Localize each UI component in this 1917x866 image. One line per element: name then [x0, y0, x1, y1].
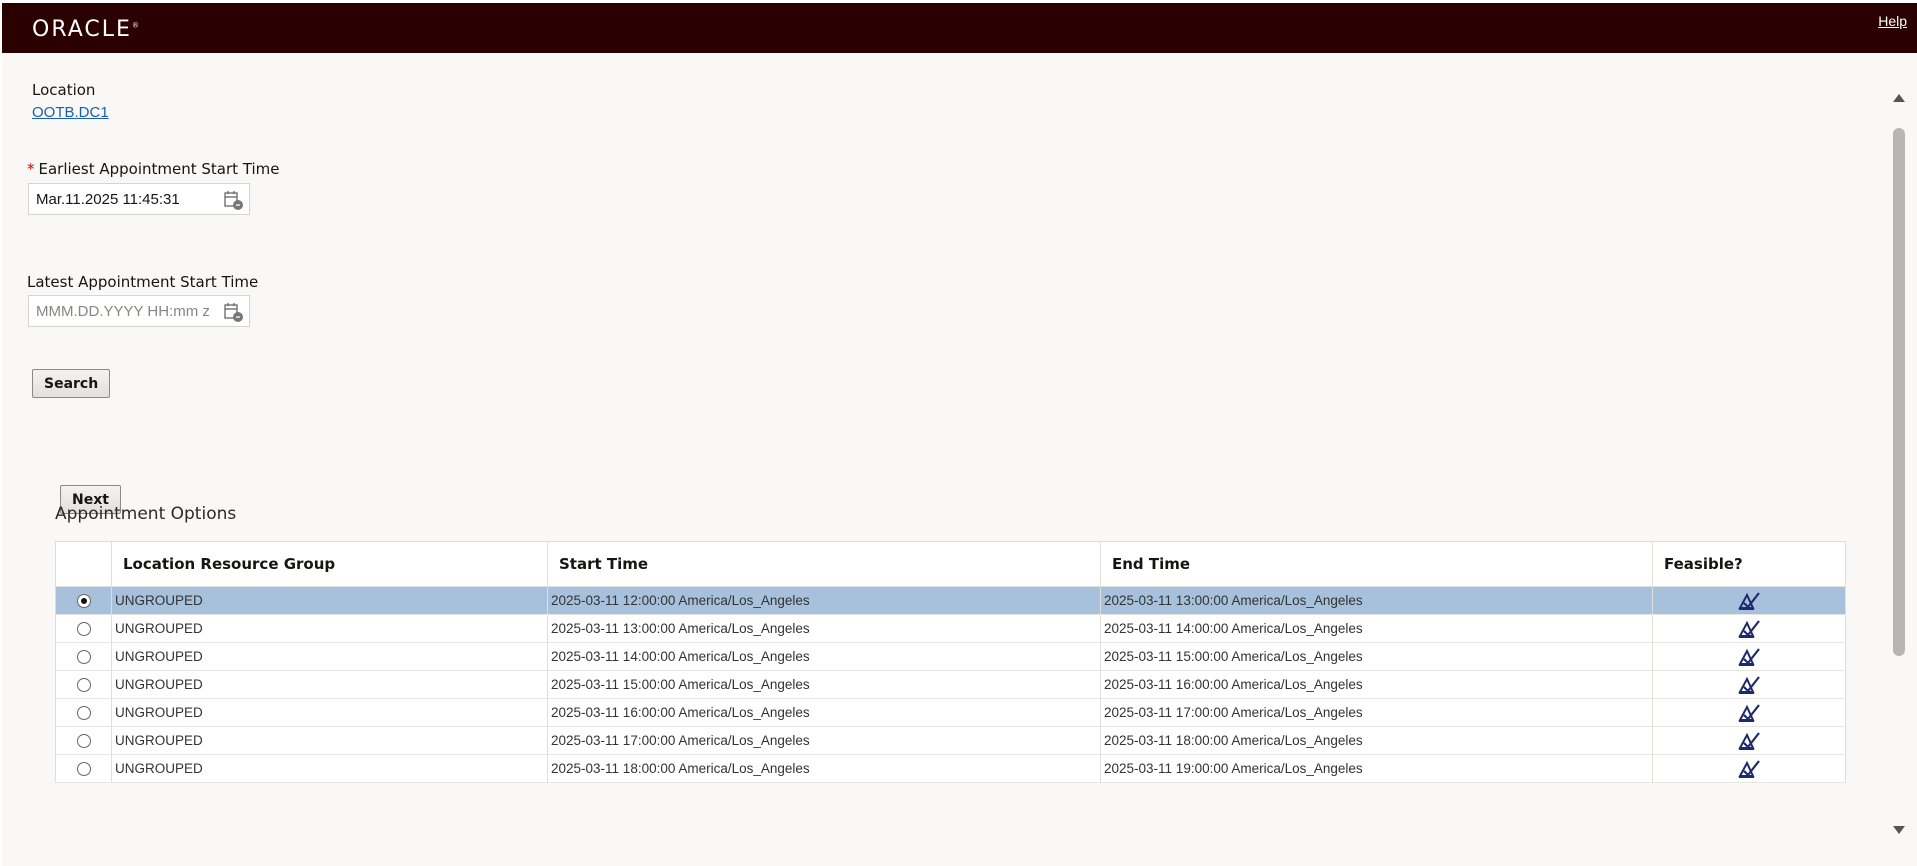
feasible-check-icon [1738, 675, 1760, 694]
start-time-cell: 2025-03-11 17:00:00 America/Los_Angeles [547, 726, 1101, 755]
feasible-cell [1652, 698, 1846, 727]
oracle-logo: ORACLE® [32, 17, 139, 42]
feasible-check-icon [1738, 619, 1760, 638]
column-header-feasible[interactable]: Feasible? [1652, 541, 1846, 587]
required-marker: * [27, 160, 35, 178]
table-row[interactable]: UNGROUPED 2025-03-11 14:00:00 America/Los… [55, 642, 1846, 671]
start-time-cell: 2025-03-11 12:00:00 America/Los_Angeles [547, 586, 1101, 615]
feasible-check-icon [1738, 703, 1760, 722]
row-select-radio[interactable] [76, 706, 91, 721]
location-link[interactable]: OOTB.DC1 [32, 104, 109, 121]
feasible-cell [1652, 614, 1846, 643]
top-banner: ORACLE® Help [2, 3, 1917, 53]
row-select-cell [55, 698, 112, 727]
table-row[interactable]: UNGROUPED 2025-03-11 13:00:00 America/Los… [55, 614, 1846, 643]
location-resource-group-cell: UNGROUPED [111, 586, 548, 615]
location-resource-group-cell: UNGROUPED [111, 670, 548, 699]
row-select-radio[interactable] [76, 622, 91, 637]
row-select-cell [55, 586, 112, 615]
location-resource-group-cell: UNGROUPED [111, 642, 548, 671]
column-header-end-time[interactable]: End Time [1100, 541, 1653, 587]
feasible-check-icon [1738, 647, 1760, 666]
latest-start-field [28, 295, 250, 327]
row-select-radio[interactable] [76, 734, 91, 749]
start-time-cell: 2025-03-11 15:00:00 America/Los_Angeles [547, 670, 1101, 699]
feasible-cell [1652, 726, 1846, 755]
start-time-cell: 2025-03-11 14:00:00 America/Los_Angeles [547, 642, 1101, 671]
end-time-cell: 2025-03-11 14:00:00 America/Los_Angeles [1100, 614, 1653, 643]
scroll-up-arrow-icon[interactable] [1893, 94, 1905, 102]
location-label: Location [32, 81, 96, 99]
location-resource-group-cell: UNGROUPED [111, 698, 548, 727]
row-select-radio[interactable] [76, 678, 91, 693]
feasible-check-icon [1738, 731, 1760, 750]
end-time-cell: 2025-03-11 16:00:00 America/Los_Angeles [1100, 670, 1653, 699]
table-header-row: Location Resource Group Start Time End T… [55, 541, 1846, 587]
table-row[interactable]: UNGROUPED 2025-03-11 16:00:00 America/Los… [55, 698, 1846, 727]
table-row[interactable]: UNGROUPED 2025-03-11 17:00:00 America/Los… [55, 726, 1846, 755]
feasible-cell [1652, 642, 1846, 671]
end-time-cell: 2025-03-11 17:00:00 America/Los_Angeles [1100, 698, 1653, 727]
row-select-cell [55, 614, 112, 643]
feasible-cell [1652, 754, 1846, 783]
earliest-start-label: * Earliest Appointment Start Time [27, 160, 280, 178]
feasible-check-icon [1738, 591, 1760, 610]
scrollbar-thumb[interactable] [1893, 128, 1905, 656]
feasible-check-icon [1738, 759, 1760, 778]
row-select-radio[interactable] [76, 594, 91, 609]
table-row[interactable]: UNGROUPED 2025-03-11 12:00:00 America/Los… [55, 586, 1846, 615]
end-time-cell: 2025-03-11 18:00:00 America/Los_Angeles [1100, 726, 1653, 755]
start-time-cell: 2025-03-11 18:00:00 America/Los_Angeles [547, 754, 1101, 783]
feasible-cell [1652, 586, 1846, 615]
row-select-cell [55, 726, 112, 755]
appointment-options-title: Appointment Options [55, 504, 237, 524]
help-link[interactable]: Help [1878, 13, 1907, 29]
row-select-radio[interactable] [76, 762, 91, 777]
column-header-location-resource-group[interactable]: Location Resource Group [111, 541, 548, 587]
column-header-start-time[interactable]: Start Time [547, 541, 1101, 587]
search-button[interactable]: Search [32, 369, 111, 398]
feasible-cell [1652, 670, 1846, 699]
location-resource-group-cell: UNGROUPED [111, 614, 548, 643]
latest-start-input[interactable] [29, 296, 215, 326]
row-select-cell [55, 754, 112, 783]
select-column-header [55, 541, 112, 587]
appointment-options-table: Location Resource Group Start Time End T… [55, 541, 1846, 783]
location-resource-group-cell: UNGROUPED [111, 754, 548, 783]
scroll-down-arrow-icon[interactable] [1893, 826, 1905, 834]
calendar-picker-icon[interactable] [223, 189, 245, 211]
end-time-cell: 2025-03-11 13:00:00 America/Los_Angeles [1100, 586, 1653, 615]
row-select-cell [55, 642, 112, 671]
latest-start-label: Latest Appointment Start Time [27, 273, 259, 291]
location-resource-group-cell: UNGROUPED [111, 726, 548, 755]
start-time-cell: 2025-03-11 16:00:00 America/Los_Angeles [547, 698, 1101, 727]
earliest-start-field [28, 183, 250, 215]
table-row[interactable]: UNGROUPED 2025-03-11 15:00:00 America/Los… [55, 670, 1846, 699]
start-time-cell: 2025-03-11 13:00:00 America/Los_Angeles [547, 614, 1101, 643]
row-select-cell [55, 670, 112, 699]
end-time-cell: 2025-03-11 15:00:00 America/Los_Angeles [1100, 642, 1653, 671]
app-window: ORACLE® Help Location OOTB.DC1 * Earliest… [0, 0, 1917, 866]
end-time-cell: 2025-03-11 19:00:00 America/Los_Angeles [1100, 754, 1653, 783]
earliest-start-input[interactable] [29, 184, 215, 214]
calendar-picker-icon[interactable] [223, 301, 245, 323]
row-select-radio[interactable] [76, 650, 91, 665]
table-row[interactable]: UNGROUPED 2025-03-11 18:00:00 America/Los… [55, 754, 1846, 783]
